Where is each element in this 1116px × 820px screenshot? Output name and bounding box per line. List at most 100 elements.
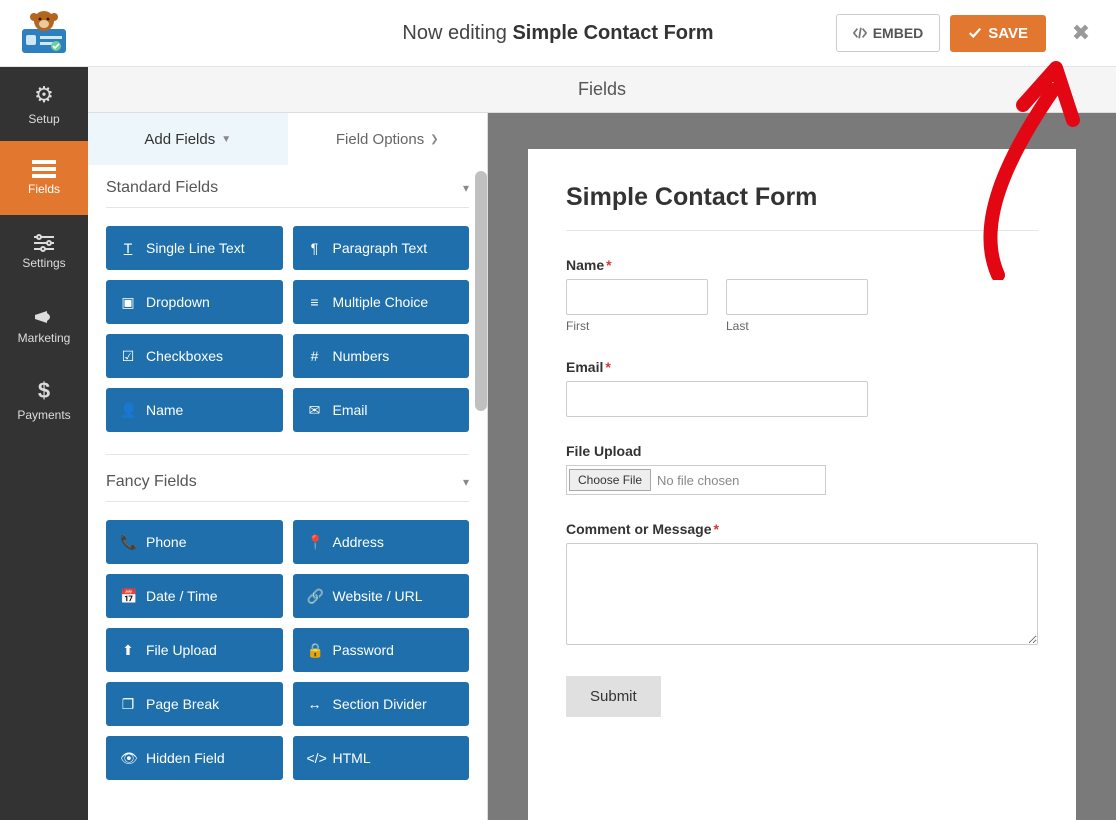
field-label: Phone — [146, 534, 186, 550]
comment-textarea[interactable] — [566, 543, 1038, 645]
nav-label: Marketing — [18, 331, 71, 345]
list-ul-icon: ≡ — [307, 294, 323, 310]
nav-marketing[interactable]: Marketing — [0, 289, 88, 363]
field-label: Website / URL — [333, 588, 423, 604]
field-label: HTML — [333, 750, 371, 766]
chevron-right-icon: ❯ — [430, 134, 438, 145]
tab-field-options[interactable]: Field Options ❯ — [288, 113, 488, 165]
submit-button[interactable]: Submit — [566, 676, 661, 717]
field-password[interactable]: 🔒 Password — [293, 628, 470, 672]
user-icon: 👤 — [120, 402, 136, 419]
form-canvas: Simple Contact Form Name* First Last — [488, 113, 1116, 820]
email-label: Email* — [566, 359, 1038, 375]
field-label: Date / Time — [146, 588, 218, 604]
email-input[interactable] — [566, 381, 868, 417]
field-html[interactable]: </> HTML — [293, 736, 470, 780]
field-address[interactable]: 📍 Address — [293, 520, 470, 564]
embed-button[interactable]: EMBED — [836, 14, 941, 52]
form-title: Simple Contact Form — [566, 183, 1038, 212]
field-label: Page Break — [146, 696, 219, 712]
field-dropdown[interactable]: ▣ Dropdown — [106, 280, 283, 324]
field-website-url[interactable]: 🔗 Website / URL — [293, 574, 470, 618]
file-upload-label: File Upload — [566, 443, 1038, 459]
code-icon: </> — [307, 750, 323, 766]
calendar-icon: 📅 — [120, 588, 136, 605]
fields-panel: Add Fields ▼ Field Options ❯ Standard Fi… — [88, 113, 488, 820]
group-fancy-fields[interactable]: Fancy Fields ▾ — [106, 459, 469, 502]
field-label: Password — [333, 642, 394, 658]
field-multiple-choice[interactable]: ≡ Multiple Choice — [293, 280, 470, 324]
required-marker: * — [606, 257, 611, 273]
first-sublabel: First — [566, 319, 708, 333]
files-icon: ❐ — [120, 696, 136, 713]
field-label: Dropdown — [146, 294, 210, 310]
field-label: Address — [333, 534, 384, 550]
field-name[interactable]: 👤 Name — [106, 388, 283, 432]
tab-add-fields[interactable]: Add Fields ▼ — [88, 113, 288, 165]
field-single-line-text[interactable]: T Single Line Text — [106, 226, 283, 270]
nav-setup[interactable]: ⚙ Setup — [0, 67, 88, 141]
field-label: Name — [146, 402, 183, 418]
list-icon — [32, 160, 56, 178]
link-icon: 🔗 — [307, 588, 323, 605]
nav-payments[interactable]: $ Payments — [0, 363, 88, 437]
app-logo[interactable] — [0, 0, 88, 67]
phone-icon: 📞 — [120, 534, 136, 551]
sliders-icon — [33, 234, 55, 252]
required-marker: * — [713, 521, 718, 537]
save-button[interactable]: SAVE — [950, 15, 1046, 52]
chevron-down-icon: ▼ — [221, 134, 231, 145]
field-label: Email — [333, 402, 368, 418]
field-email[interactable]: ✉Email — [293, 388, 470, 432]
editing-form-name: Simple Contact Form — [512, 22, 713, 44]
field-paragraph-text[interactable]: ¶Paragraph Text — [293, 226, 470, 270]
upload-icon: ⬆ — [120, 642, 136, 659]
field-hidden-field[interactable]: 👁Hidden Field — [106, 736, 283, 780]
field-phone[interactable]: 📞 Phone — [106, 520, 283, 564]
field-page-break[interactable]: ❐ Page Break — [106, 682, 283, 726]
last-sublabel: Last — [726, 319, 868, 333]
nav-label: Fields — [28, 182, 60, 196]
hash-icon: # — [307, 348, 323, 364]
field-label: Paragraph Text — [333, 240, 428, 256]
side-navigation: ⚙ Setup Fields Settings Marketing $ Paym… — [0, 67, 88, 820]
form-preview[interactable]: Simple Contact Form Name* First Last — [528, 149, 1076, 820]
lock-icon: 🔒 — [307, 642, 323, 659]
field-file-upload[interactable]: ⬆ File Upload — [106, 628, 283, 672]
nav-settings[interactable]: Settings — [0, 215, 88, 289]
file-input[interactable]: Choose File No file chosen — [566, 465, 826, 495]
field-label: Single Line Text — [146, 240, 245, 256]
name-label: Name* — [566, 257, 1038, 273]
subheader-title: Fields — [88, 67, 1116, 113]
field-numbers[interactable]: # Numbers — [293, 334, 470, 378]
embed-label: EMBED — [873, 25, 924, 41]
last-name-input[interactable] — [726, 279, 868, 315]
nav-label: Setup — [28, 112, 59, 126]
required-marker: * — [605, 359, 610, 375]
text-icon: T — [120, 240, 136, 256]
dropdown-icon: ▣ — [120, 294, 136, 311]
divider — [566, 230, 1038, 231]
arrows-h-icon: ↔ — [307, 696, 323, 712]
field-label: Multiple Choice — [333, 294, 429, 310]
field-label: Numbers — [333, 348, 390, 364]
pin-icon: 📍 — [307, 534, 323, 551]
chevron-down-icon: ▾ — [463, 475, 469, 489]
close-icon[interactable]: ✖ — [1072, 20, 1090, 45]
check-icon: ☑ — [120, 348, 136, 365]
field-checkboxes[interactable]: ☑Checkboxes — [106, 334, 283, 378]
eye-slash-icon: 👁 — [120, 750, 136, 767]
group-standard-fields[interactable]: Standard Fields ▾ — [106, 165, 469, 208]
scrollbar[interactable] — [475, 171, 487, 411]
check-icon — [968, 26, 982, 40]
field-section-divider[interactable]: ↔Section Divider — [293, 682, 470, 726]
save-label: SAVE — [988, 25, 1028, 42]
code-icon — [853, 26, 867, 40]
nav-fields[interactable]: Fields — [0, 141, 88, 215]
choose-file-button[interactable]: Choose File — [569, 469, 651, 491]
first-name-input[interactable] — [566, 279, 708, 315]
gear-icon: ⚙ — [34, 82, 54, 108]
megaphone-icon — [33, 307, 55, 327]
field-label: File Upload — [146, 642, 217, 658]
field-date-time[interactable]: 📅 Date / Time — [106, 574, 283, 618]
